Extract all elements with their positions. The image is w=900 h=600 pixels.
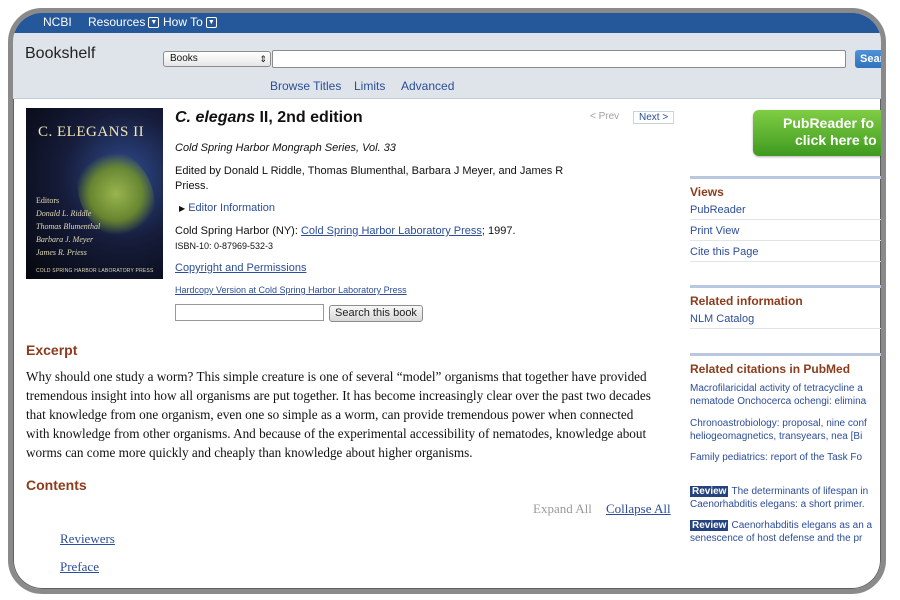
related-citations-heading: Related citations in PubMed xyxy=(690,353,881,376)
book-title-rest: II, 2nd edition xyxy=(255,109,363,126)
cover-title: C. ELEGANS II xyxy=(38,124,145,140)
publisher-prefix: Cold Spring Harbor (NY): xyxy=(175,225,301,237)
bookshelf-brand[interactable]: Bookshelf xyxy=(25,45,95,63)
search-band: Bookshelf Books ⇕ Search Browse Titles L… xyxy=(13,33,881,99)
ncbi-logo[interactable]: NCBI xyxy=(43,15,72,29)
citation-line: nematode Onchocerca ochengi: elimina xyxy=(690,396,867,407)
window-frame: NCBI Resources ▼ How To ▼ Bookshelf Book… xyxy=(8,8,886,594)
editor-information-label: Editor Information xyxy=(188,202,276,214)
editor-information-toggle[interactable]: ▶ Editor Information xyxy=(179,202,275,214)
pubreader-banner-button[interactable]: PubReader fo click here to xyxy=(753,110,881,156)
resources-menu[interactable]: Resources ▼ xyxy=(88,15,160,29)
excerpt-line: tremendous insight into how all organism… xyxy=(26,388,651,403)
chevron-down-icon: ▼ xyxy=(148,16,160,28)
ncbi-logo-text: NCBI xyxy=(43,15,72,29)
book-title-italic: C. elegans xyxy=(175,109,256,126)
pubreader-line-1: PubReader fo xyxy=(783,115,875,131)
nlm-catalog-link[interactable]: NLM Catalog xyxy=(690,313,881,329)
copyright-link[interactable]: Copyright and Permissions xyxy=(175,262,306,274)
chevron-down-icon: ▼ xyxy=(205,16,217,28)
search-this-book-button[interactable]: Search this book xyxy=(329,305,423,322)
review-badge: Review xyxy=(690,520,729,531)
citation-line: senescence of host defense and the pr xyxy=(690,533,863,544)
book-cover-image: C. ELEGANS II Editors Donald L. Riddle T… xyxy=(26,108,163,279)
cover-publisher: COLD SPRING HARBOR LABORATORY PRESS xyxy=(36,268,154,274)
citation-item[interactable]: Macrofilaricidal activity of tetracyclin… xyxy=(690,382,881,408)
citation-line: The determinants of lifespan in xyxy=(731,486,869,497)
cite-this-page-link[interactable]: Cite this Page xyxy=(690,246,881,262)
excerpt-line: worms can come more quickly and cheaply … xyxy=(26,445,473,460)
ncbi-top-bar: NCBI Resources ▼ How To ▼ xyxy=(13,13,881,33)
up-down-arrows-icon: ⇕ xyxy=(259,54,267,64)
prev-link[interactable]: < Prev xyxy=(590,111,619,122)
cover-editor: Thomas Blumenthal xyxy=(36,222,101,231)
editors-line-2: Priess. xyxy=(175,180,209,192)
database-select-value: Books xyxy=(170,53,198,64)
collapse-all-link[interactable]: Collapse All xyxy=(606,501,671,517)
book-search-input[interactable] xyxy=(175,304,324,321)
excerpt-text: Why should one study a worm? This simple… xyxy=(26,367,678,462)
next-button[interactable]: Next > xyxy=(633,111,675,124)
database-select[interactable]: Books ⇕ xyxy=(163,51,271,67)
cover-editor: Donald L. Riddle xyxy=(36,209,92,218)
contents-heading: Contents xyxy=(26,477,87,493)
excerpt-line: with knowledge from other organisms. And… xyxy=(26,426,647,441)
search-button[interactable]: Search xyxy=(855,50,881,68)
citation-item[interactable]: Review Caenorhabditis elegans as an a sen… xyxy=(690,519,881,545)
view-pubreader-link[interactable]: PubReader xyxy=(690,204,881,220)
citation-item[interactable]: Family pediatrics: report of the Task Fo xyxy=(690,451,881,464)
publisher-link[interactable]: Cold Spring Harbor Laboratory Press xyxy=(301,225,482,237)
search-input[interactable] xyxy=(272,50,846,68)
citation-line: Caenorhabditis elegans as an a xyxy=(731,520,873,531)
howto-menu[interactable]: How To ▼ xyxy=(163,15,217,29)
citation-line: Macrofilaricidal activity of tetracyclin… xyxy=(690,383,863,394)
citation-item[interactable]: Review The determinants of lifespan in Ca… xyxy=(690,485,881,511)
views-heading: Views xyxy=(690,176,881,199)
limits-link[interactable]: Limits xyxy=(354,79,385,93)
howto-label: How To xyxy=(163,15,203,29)
citation-item[interactable]: Chronoastrobiology: proposal, nine conf … xyxy=(690,417,881,443)
series-text: Cold Spring Harbor Mongraph Series, Vol.… xyxy=(175,142,396,154)
excerpt-line: Why should one study a worm? This simple… xyxy=(26,369,647,384)
citation-line: Chronoastrobiology: proposal, nine conf xyxy=(690,418,867,429)
pubreader-line-2: click here to xyxy=(795,132,877,148)
book-title: C. elegans II, 2nd edition xyxy=(175,109,363,127)
excerpt-line: that knowledge from one organism, even o… xyxy=(26,407,634,422)
publisher-suffix: ; 1997. xyxy=(481,225,516,237)
editors-line-1: Edited by Donald L Riddle, Thomas Blumen… xyxy=(175,165,564,177)
triangle-right-icon: ▶ xyxy=(179,204,186,213)
resources-label: Resources xyxy=(88,15,146,29)
hardcopy-link[interactable]: Hardcopy Version at Cold Spring Harbor L… xyxy=(175,285,407,295)
toc-item-reviewers[interactable]: Reviewers xyxy=(60,531,115,547)
excerpt-heading: Excerpt xyxy=(26,342,78,358)
print-view-link[interactable]: Print View xyxy=(690,225,881,241)
browse-titles-link[interactable]: Browse Titles xyxy=(270,79,341,93)
publisher-line: Cold Spring Harbor (NY): Cold Spring Har… xyxy=(175,225,516,237)
toc-item-preface[interactable]: Preface xyxy=(60,559,99,575)
isbn-text: ISBN-10: 0-87969-532-3 xyxy=(175,241,274,251)
citation-line: Caenorhabditis elegans: a short primer. xyxy=(690,499,865,510)
cover-editor: Barbara J. Meyer xyxy=(36,235,94,244)
review-badge: Review xyxy=(690,486,729,497)
citation-line: heliogeomagnetics, transyears, nea [Bi xyxy=(690,431,863,442)
cover-editor: James R. Priess xyxy=(36,248,87,257)
citation-line: Family pediatrics: report of the Task Fo xyxy=(690,452,863,463)
expand-all-link[interactable]: Expand All xyxy=(533,501,592,517)
cover-editors-heading: Editors xyxy=(36,196,60,205)
advanced-link[interactable]: Advanced xyxy=(401,79,454,93)
related-info-heading: Related information xyxy=(690,285,881,308)
